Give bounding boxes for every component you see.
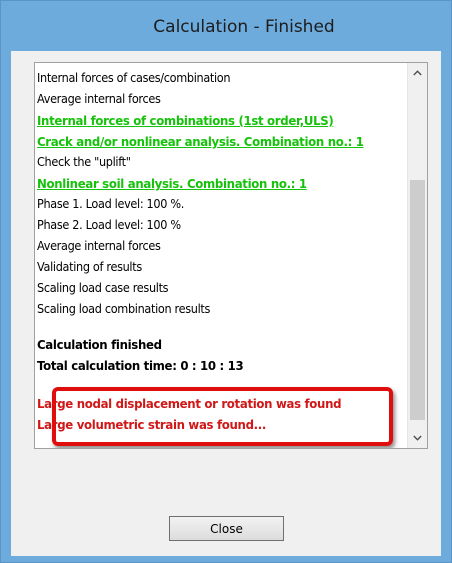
log-line-highlighted: Crack and/or nonlinear analysis. Combina… [37,134,364,149]
dialog-body: Internal forces of cases/combination Ave… [11,51,441,556]
log-lines: Internal forces of cases/combination Ave… [37,68,402,435]
warning-line: Large volumetric strain was found... [37,417,267,432]
close-button[interactable]: Close [169,516,284,541]
chevron-down-icon[interactable] [408,428,427,448]
log-line: Phase 2. Load level: 100 % [37,218,181,232]
log-line: Check the "uplift" [37,155,131,169]
log-line: Validating of results [37,260,142,274]
log-line-highlighted: Internal forces of combinations (1st ord… [37,113,334,128]
log-line: Internal forces of cases/combination [37,71,231,85]
scrollbar-thumb[interactable] [410,180,425,420]
calculation-dialog: Calculation - Finished Internal forces o… [0,0,452,563]
log-line: Scaling load combination results [37,302,211,316]
log-line: Average internal forces [37,239,161,253]
log-line: Phase 1. Load level: 100 %. [37,197,185,211]
log-line-highlighted: Nonlinear soil analysis. Combination no.… [37,176,307,191]
total-calculation-time: Total calculation time: 0 : 10 : 13 [37,358,244,373]
calculation-finished-text: Calculation finished [37,337,162,352]
log-line: Scaling load case results [37,281,169,295]
title-bar[interactable]: Calculation - Finished [1,1,451,57]
calculation-log[interactable]: Internal forces of cases/combination Ave… [34,62,428,449]
vertical-scrollbar[interactable] [407,63,427,448]
chevron-up-icon[interactable] [408,63,427,83]
warning-line: Large nodal displacement or rotation was… [37,396,342,411]
window-title: Calculation - Finished [153,17,335,37]
log-line: Average internal forces [37,92,161,106]
